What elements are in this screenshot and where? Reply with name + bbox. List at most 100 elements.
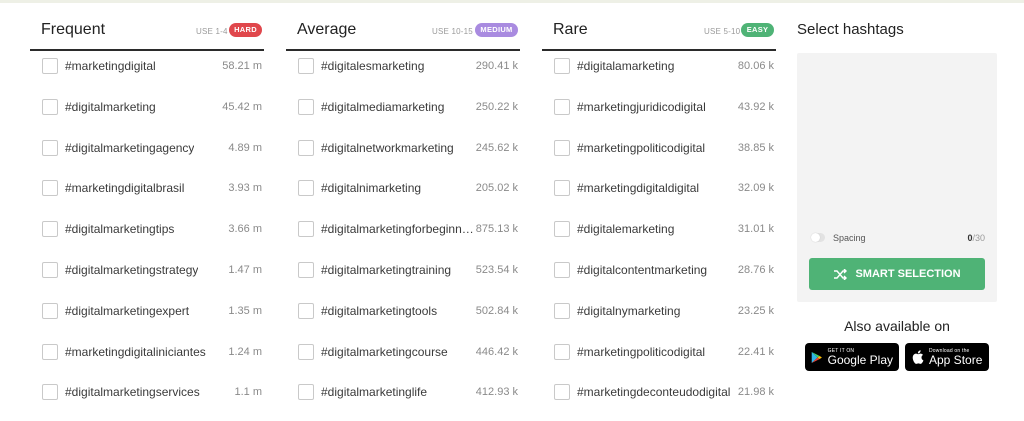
- hashtag-row[interactable]: #digitalmarketingservices 1.1 m: [30, 382, 264, 402]
- hashtag-row[interactable]: #marketingdigitalbrasil 3.93 m: [30, 178, 264, 198]
- hashtag-checkbox[interactable]: [554, 58, 570, 74]
- hashtag-label: #digitalmarketingtools: [321, 303, 438, 318]
- hashtag-checkbox[interactable]: [554, 384, 570, 401]
- hashtag-label: #digitalamarketing: [577, 59, 675, 73]
- hashtag-row[interactable]: #digitalmediamarketing 250.22 k: [286, 97, 520, 117]
- hashtag-label: #digitalmarketingforbeginners: [321, 222, 478, 237]
- hashtag-row[interactable]: #digitalamarketing 80.06 k: [542, 56, 776, 76]
- hashtag-post-count: 412.93 k: [475, 386, 518, 399]
- hashtag-checkbox[interactable]: [42, 58, 58, 74]
- hashtag-post-count: 3.93 m: [228, 182, 262, 195]
- hashtag-checkbox[interactable]: [554, 139, 570, 156]
- hashtag-checkbox[interactable]: [298, 262, 314, 278]
- hashtag-checkbox[interactable]: [298, 343, 314, 360]
- hashtag-checkbox[interactable]: [42, 262, 58, 278]
- hashtag-post-count: 205.02 k: [475, 182, 518, 195]
- hashtag-post-count: 245.62 k: [475, 141, 518, 154]
- spacing-toggle[interactable]: [811, 233, 825, 242]
- hashtag-post-count: 21.98 k: [737, 386, 774, 399]
- hashtag-row[interactable]: #digitalmarketinglife 412.93 k: [286, 382, 520, 402]
- hashtag-checkbox[interactable]: [42, 302, 58, 319]
- hashtag-checkbox[interactable]: [554, 262, 570, 278]
- hashtag-row[interactable]: #digitalmarketingcourse 446.42 k: [286, 342, 520, 362]
- hashtag-row[interactable]: #digitalemarketing 31.01 k: [542, 219, 776, 239]
- hashtag-row[interactable]: #marketingpoliticodigital 22.41 k: [542, 342, 776, 362]
- hashtag-checkbox[interactable]: [554, 343, 570, 360]
- hashtag-checkbox[interactable]: [554, 98, 570, 115]
- top-border: [0, 0, 1024, 3]
- hashtag-label: #digitalmarketingstrategy: [65, 263, 199, 277]
- hashtag-label: #digitalmediamarketing: [321, 99, 445, 114]
- hashtag-checkbox[interactable]: [554, 221, 570, 238]
- hashtag-checkbox[interactable]: [298, 58, 314, 74]
- hashtag-checkbox[interactable]: [554, 302, 570, 319]
- hashtag-post-count: 4.89 m: [228, 141, 262, 154]
- hashtag-row[interactable]: #digitalnymarketing 23.25 k: [542, 301, 776, 321]
- hashtag-post-count: 28.76 k: [737, 264, 774, 276]
- hashtag-label: #digitalnimarketing: [321, 181, 422, 196]
- hashtag-checkbox[interactable]: [298, 384, 314, 401]
- hashtag-row[interactable]: #digitalmarketingexpert 1.35 m: [30, 301, 264, 321]
- hashtag-label: #digitalcontentmarketing: [577, 263, 708, 277]
- smart-selection-button[interactable]: SMART SELECTION: [809, 258, 985, 290]
- hashtag-checkbox[interactable]: [298, 98, 314, 115]
- hashtag-row[interactable]: #digitalcontentmarketing 28.76 k: [542, 260, 776, 280]
- hashtag-label: #digitalmarketing: [65, 99, 156, 114]
- hashtag-checkbox[interactable]: [42, 343, 58, 360]
- smart-selection-label: SMART SELECTION: [855, 268, 961, 280]
- hashtag-label: #digitalesmarketing: [321, 59, 425, 73]
- hashtag-row[interactable]: #marketingdigital 58.21 m: [30, 56, 264, 76]
- hashtag-checkbox[interactable]: [42, 139, 58, 156]
- column-header: Rare USE 5-10 EASY: [542, 15, 776, 51]
- hashtag-label: #marketingdigitalbrasil: [65, 181, 185, 196]
- column-header: Frequent USE 1-4 HARD: [30, 15, 264, 51]
- hashtag-row[interactable]: #digitalmarketingtips 3.66 m: [30, 219, 264, 239]
- hashtag-label: #digitalmarketingtips: [65, 222, 175, 237]
- hashtag-label: #digitalemarketing: [577, 222, 675, 237]
- hashtag-row[interactable]: #digitalmarketingagency 4.89 m: [30, 138, 264, 158]
- hashtag-checkbox[interactable]: [42, 180, 58, 197]
- hashtag-label: #marketingdeconteudodigital: [577, 385, 731, 400]
- difficulty-badge: HARD: [229, 23, 262, 37]
- hashtag-row[interactable]: #digitalmarketingtraining 523.54 k: [286, 260, 520, 280]
- hashtag-label: #marketingdigital: [65, 59, 156, 73]
- hashtag-row[interactable]: #digitalmarketingforbeginners 875.13 k: [286, 219, 520, 239]
- difficulty-badge: MEDIUM: [475, 23, 518, 37]
- hashtag-checkbox[interactable]: [42, 384, 58, 401]
- hashtag-row[interactable]: #digitalnetworkmarketing 245.62 k: [286, 138, 520, 158]
- hashtag-post-count: 1.35 m: [228, 304, 262, 317]
- hashtag-row[interactable]: #digitalnimarketing 205.02 k: [286, 178, 520, 198]
- hashtag-label: #digitalmarketinglife: [321, 385, 428, 400]
- selected-counter: 0/30: [967, 233, 985, 243]
- hashtag-row[interactable]: #marketingjuridicodigital 43.92 k: [542, 97, 776, 117]
- hashtag-post-count: 290.41 k: [475, 60, 518, 72]
- usage-range: USE 5-10: [704, 27, 741, 36]
- hashtag-checkbox[interactable]: [42, 221, 58, 238]
- column-title: Frequent: [41, 21, 106, 38]
- hashtag-checkbox[interactable]: [298, 139, 314, 156]
- hashtag-row[interactable]: #marketingdigitaliniciantes 1.24 m: [30, 342, 264, 362]
- hashtag-row[interactable]: #digitalmarketingtools 502.84 k: [286, 301, 520, 321]
- hashtag-row[interactable]: #marketingdeconteudodigital 21.98 k: [542, 382, 776, 402]
- hashtag-checkbox[interactable]: [554, 180, 570, 197]
- hashtag-checkbox[interactable]: [298, 302, 314, 319]
- hashtag-checkbox[interactable]: [42, 98, 58, 115]
- hashtag-label: #digitalmarketingexpert: [65, 303, 190, 318]
- hashtag-post-count: 3.66 m: [228, 223, 262, 236]
- hashtag-post-count: 502.84 k: [475, 304, 518, 317]
- usage-range: USE 10-15: [432, 27, 473, 36]
- hashtag-row[interactable]: #digitalmarketing 45.42 m: [30, 97, 264, 117]
- column-average: Average USE 10-15 MEDIUM #digitalesmarketin…: [286, 15, 520, 401]
- hashtag-row[interactable]: #marketingdigitaldigital 32.09 k: [542, 178, 776, 198]
- google-play-badge[interactable]: GET IT ON Google Play: [805, 343, 899, 371]
- app-store-big-text: App Store: [929, 352, 983, 367]
- hashtag-post-count: 1.47 m: [228, 264, 262, 276]
- hashtag-row[interactable]: #marketingpoliticodigital 38.85 k: [542, 138, 776, 158]
- hashtag-checkbox[interactable]: [298, 221, 314, 238]
- app-store-badge[interactable]: Download on the App Store: [905, 343, 989, 371]
- hashtag-row[interactable]: #digitalesmarketing 290.41 k: [286, 56, 520, 76]
- also-available-heading: Also available on: [844, 318, 950, 334]
- max-count: /30: [972, 233, 985, 243]
- hashtag-row[interactable]: #digitalmarketingstrategy 1.47 m: [30, 260, 264, 280]
- hashtag-checkbox[interactable]: [298, 180, 314, 197]
